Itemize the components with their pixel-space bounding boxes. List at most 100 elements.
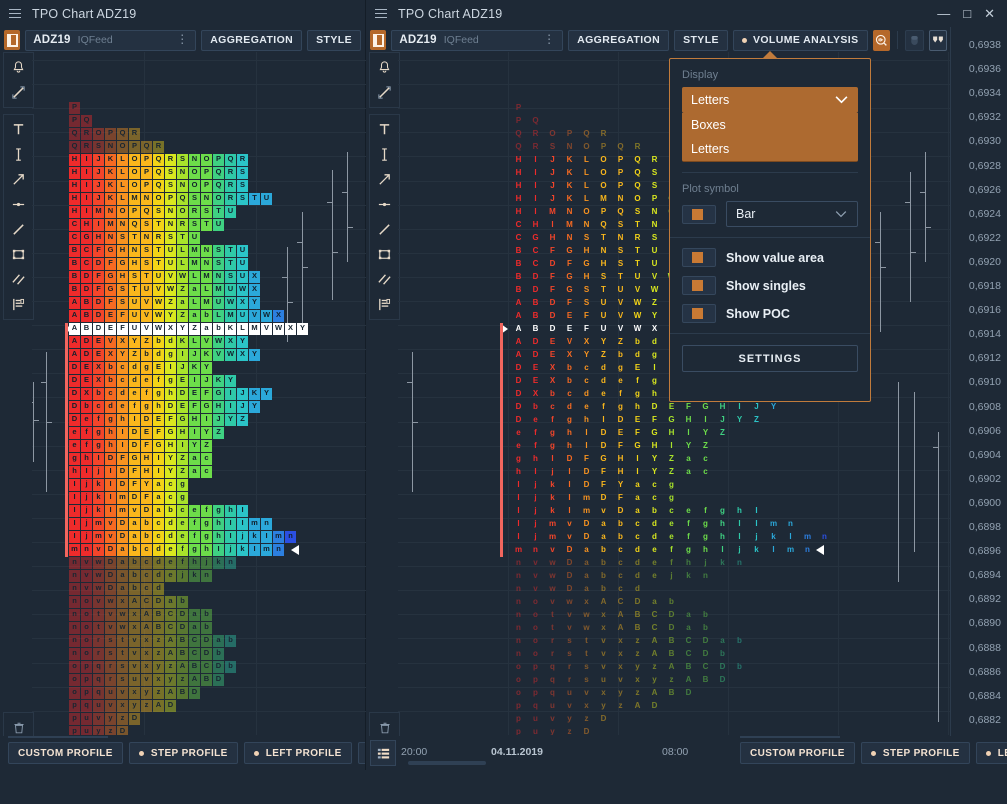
show-poc-row[interactable]: Show POC (682, 304, 858, 323)
price-tick: 0,6884 (968, 689, 1001, 702)
tpo-cell: P (105, 128, 116, 140)
tpo-cell: D (69, 362, 80, 374)
aggregation-button-right[interactable]: AGGREGATION (568, 29, 670, 51)
tpo-cell: Q (153, 180, 164, 192)
text-tool-icon[interactable] (6, 117, 31, 142)
tpo-letter: Q (583, 129, 590, 138)
tpo-cell: H (189, 414, 200, 426)
volume-analysis-icon[interactable] (872, 29, 891, 51)
tpo-cell: D (189, 687, 200, 699)
trend-line-icon-right[interactable] (372, 217, 397, 242)
info-panel-icon-right[interactable] (372, 292, 397, 317)
kebab-icon[interactable]: ⋮ (176, 33, 188, 45)
parallel-lines-icon[interactable] (6, 267, 31, 292)
tpo-cell: V (249, 310, 260, 322)
profile-tab[interactable]: STEP PROFILE (860, 742, 970, 764)
display-option-boxes[interactable]: Boxes (682, 113, 858, 137)
tpo-cell: U (261, 193, 272, 205)
tpo-cell: N (117, 219, 128, 231)
show-singles-row[interactable]: Show singles (682, 276, 858, 295)
info-panel-icon[interactable] (6, 292, 31, 317)
tpo-letter: a (686, 454, 691, 463)
tpo-cell: u (93, 700, 104, 712)
arrow-tool-icon-right[interactable] (372, 167, 397, 192)
tpo-letter: a (686, 467, 691, 476)
minimize-icon[interactable]: — (937, 7, 950, 20)
magnet-icon-right[interactable] (372, 80, 397, 105)
profile-tab[interactable]: LEFT PROFILE (975, 742, 1007, 764)
mouse-icon[interactable] (905, 29, 924, 51)
tpo-letter: e (652, 558, 657, 567)
chart-canvas-left[interactable]: PPQQROPQRQRSNOPQRHIJKLOPQRSNOPQRHIJKLOPQ… (32, 52, 366, 735)
list-icon-right[interactable] (370, 740, 396, 766)
tpo-cell: g (105, 414, 116, 426)
status-dot (741, 37, 747, 43)
tpo-cell: s (105, 648, 116, 660)
vertical-line-icon[interactable] (6, 142, 31, 167)
tpo-cell: N (201, 258, 212, 270)
display-select[interactable]: Letters (682, 87, 858, 113)
show-singles-toggle[interactable] (682, 276, 716, 295)
tpo-cell: J (93, 167, 104, 179)
profile-tab[interactable]: RIGHT PROFILE (357, 742, 365, 764)
panel-split-icon[interactable] (4, 30, 21, 50)
panel-split-icon-right[interactable] (370, 30, 387, 50)
kebab-icon-right[interactable]: ⋮ (543, 33, 555, 45)
drawing-icon[interactable] (928, 29, 947, 51)
tpo-cell: x (141, 661, 152, 673)
tpo-cell: S (189, 193, 200, 205)
plot-symbol-combo[interactable]: Bar (726, 201, 858, 227)
alert-icon[interactable] (6, 55, 31, 80)
tpo-cell: Y (165, 310, 176, 322)
tpo-letter: v (584, 688, 589, 697)
horizontal-line-icon-right[interactable] (372, 192, 397, 217)
profile-tab[interactable]: CUSTOM PROFILE (740, 742, 855, 764)
tpo-letter: Y (583, 350, 590, 359)
arrow-tool-icon[interactable] (6, 167, 31, 192)
aggregation-button-left[interactable]: AGGREGATION (201, 29, 303, 51)
plot-symbol-toggle[interactable] (682, 204, 716, 224)
maximize-icon[interactable]: □ (963, 7, 971, 20)
tpo-cell: K (105, 167, 116, 179)
style-button-right[interactable]: STYLE (674, 29, 728, 51)
menu-icon-right[interactable] (372, 5, 390, 23)
tpo-cell: D (165, 401, 176, 413)
symbol-field-right[interactable]: ADZ19 IQFeed ⋮ (391, 29, 564, 51)
close-icon[interactable]: ✕ (984, 7, 995, 20)
profile-tab[interactable]: STEP PROFILE (128, 742, 238, 764)
profile-tab[interactable]: CUSTOM PROFILE (8, 742, 123, 764)
tpo-cell: g (165, 375, 176, 387)
display-option-letters[interactable]: Letters (682, 137, 858, 161)
tpo-cell: A (177, 661, 188, 673)
tpo-cell: V (141, 323, 152, 335)
magnet-icon[interactable] (6, 80, 31, 105)
settings-button[interactable]: SETTINGS (682, 345, 858, 372)
tpo-letter: L (584, 194, 589, 203)
volume-analysis-button[interactable]: VOLUME ANALYSIS (732, 29, 868, 51)
show-poc-toggle[interactable] (682, 304, 716, 323)
symbol-field-left[interactable]: ADZ19 IQFeed ⋮ (25, 29, 197, 51)
horizontal-line-icon[interactable] (6, 192, 31, 217)
tpo-cell: c (201, 466, 212, 478)
profile-tab-label: CUSTOM PROFILE (750, 747, 845, 759)
tpo-letter: c (703, 454, 708, 463)
tpo-letter: S (583, 298, 590, 307)
alert-icon-right[interactable] (372, 55, 397, 80)
trend-line-icon[interactable] (6, 217, 31, 242)
tpo-cell: k (189, 570, 200, 582)
profile-tab[interactable]: LEFT PROFILE (243, 742, 352, 764)
h-scrollbar-right[interactable] (408, 761, 486, 765)
rectangle-tool-icon[interactable] (6, 242, 31, 267)
price-bar (33, 382, 34, 462)
tpo-letter: S (600, 272, 607, 281)
show-value-area-row[interactable]: Show value area (682, 248, 858, 267)
tpo-cell: F (117, 453, 128, 465)
style-button-left[interactable]: STYLE (307, 29, 361, 51)
menu-icon[interactable] (6, 5, 24, 23)
vertical-line-icon-right[interactable] (372, 142, 397, 167)
parallel-lines-icon-right[interactable] (372, 267, 397, 292)
text-tool-icon-right[interactable] (372, 117, 397, 142)
show-value-area-toggle[interactable] (682, 248, 716, 267)
price-axis[interactable]: 0,6938 0,6936 0,6934 0,6932 0,6930 0,6928 0,69… (950, 27, 1007, 737)
rectangle-tool-icon-right[interactable] (372, 242, 397, 267)
